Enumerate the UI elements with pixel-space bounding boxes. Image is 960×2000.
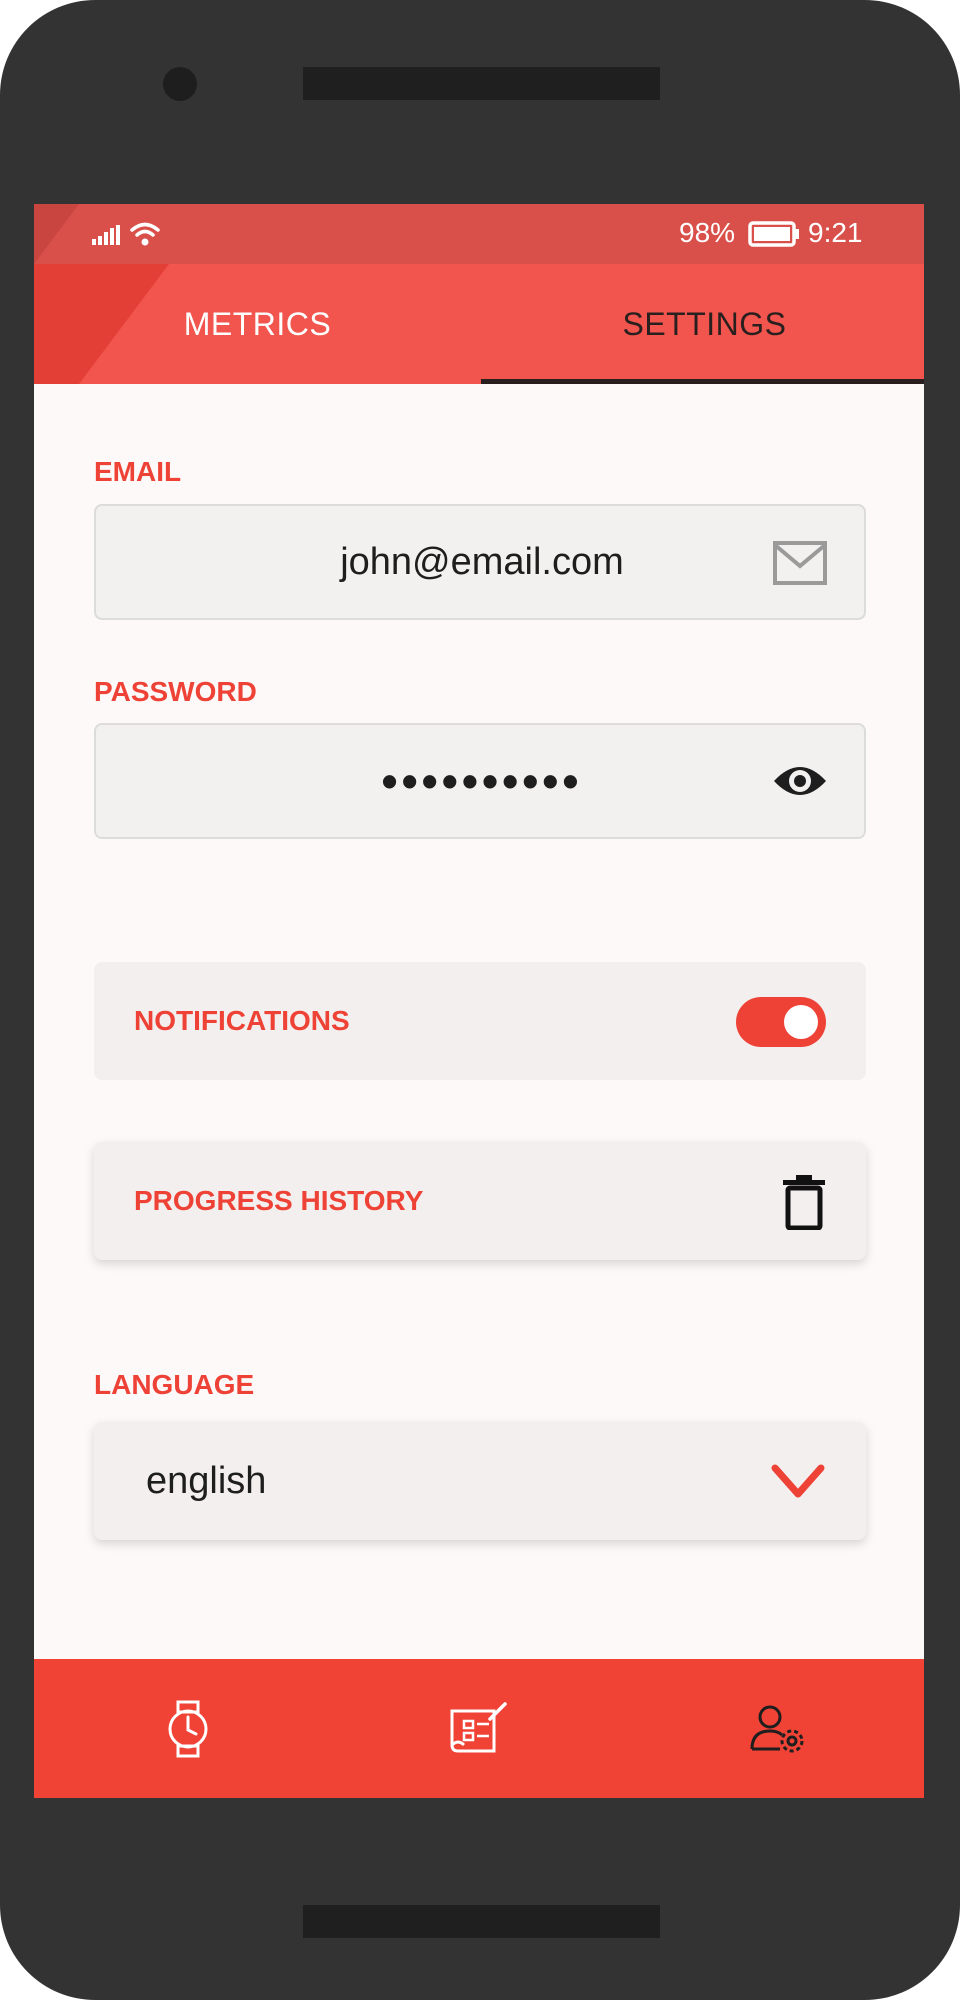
wifi-icon — [130, 222, 160, 246]
clock: 9:21 — [808, 217, 863, 248]
envelope-icon — [773, 541, 827, 585]
chevron-down-icon — [771, 1464, 825, 1498]
trash-icon[interactable] — [782, 1174, 826, 1230]
signal-icon — [92, 225, 120, 245]
battery-percent: 98% — [679, 217, 736, 248]
status-bar-accent — [34, 204, 79, 264]
progress-history-row: PROGRESS HISTORY — [94, 1142, 866, 1260]
email-value: john@email.com — [340, 540, 624, 583]
password-label: PASSWORD — [94, 676, 257, 707]
bottom-speaker — [303, 1905, 660, 1938]
language-label: LANGUAGE — [94, 1369, 255, 1400]
password-value: •••••••••• — [381, 755, 583, 807]
tab-settings[interactable]: SETTINGS — [481, 264, 924, 384]
language-value: english — [146, 1459, 267, 1502]
notifications-row: NOTIFICATIONS — [94, 962, 866, 1080]
battery-icon — [748, 221, 799, 247]
earpiece-speaker — [303, 67, 660, 100]
tab-metrics[interactable]: METRICS — [34, 264, 481, 384]
bottom-navigation — [34, 1659, 924, 1798]
app-screen: 98% 9:21 METRICS SETTINGS EMAIL john@ema… — [34, 204, 924, 1798]
language-select[interactable]: english — [94, 1422, 866, 1540]
notifications-toggle[interactable] — [736, 997, 826, 1047]
email-label: EMAIL — [94, 456, 182, 487]
tab-bar: METRICS SETTINGS — [34, 264, 924, 384]
phone-frame: 98% 9:21 METRICS SETTINGS EMAIL john@ema… — [0, 0, 960, 2000]
user-settings-icon[interactable] — [748, 1699, 808, 1759]
password-field[interactable]: •••••••••• — [94, 723, 866, 839]
watch-icon[interactable] — [158, 1699, 218, 1759]
progress-history-label: PROGRESS HISTORY — [134, 1185, 424, 1216]
eye-icon[interactable] — [772, 759, 828, 803]
front-camera — [163, 67, 197, 101]
status-bar: 98% 9:21 — [34, 204, 924, 264]
toggle-knob — [784, 1005, 818, 1039]
active-tab-indicator — [481, 379, 924, 384]
email-field[interactable]: john@email.com — [94, 504, 866, 620]
notifications-label: NOTIFICATIONS — [134, 1005, 350, 1036]
workout-plan-icon[interactable] — [448, 1699, 508, 1759]
